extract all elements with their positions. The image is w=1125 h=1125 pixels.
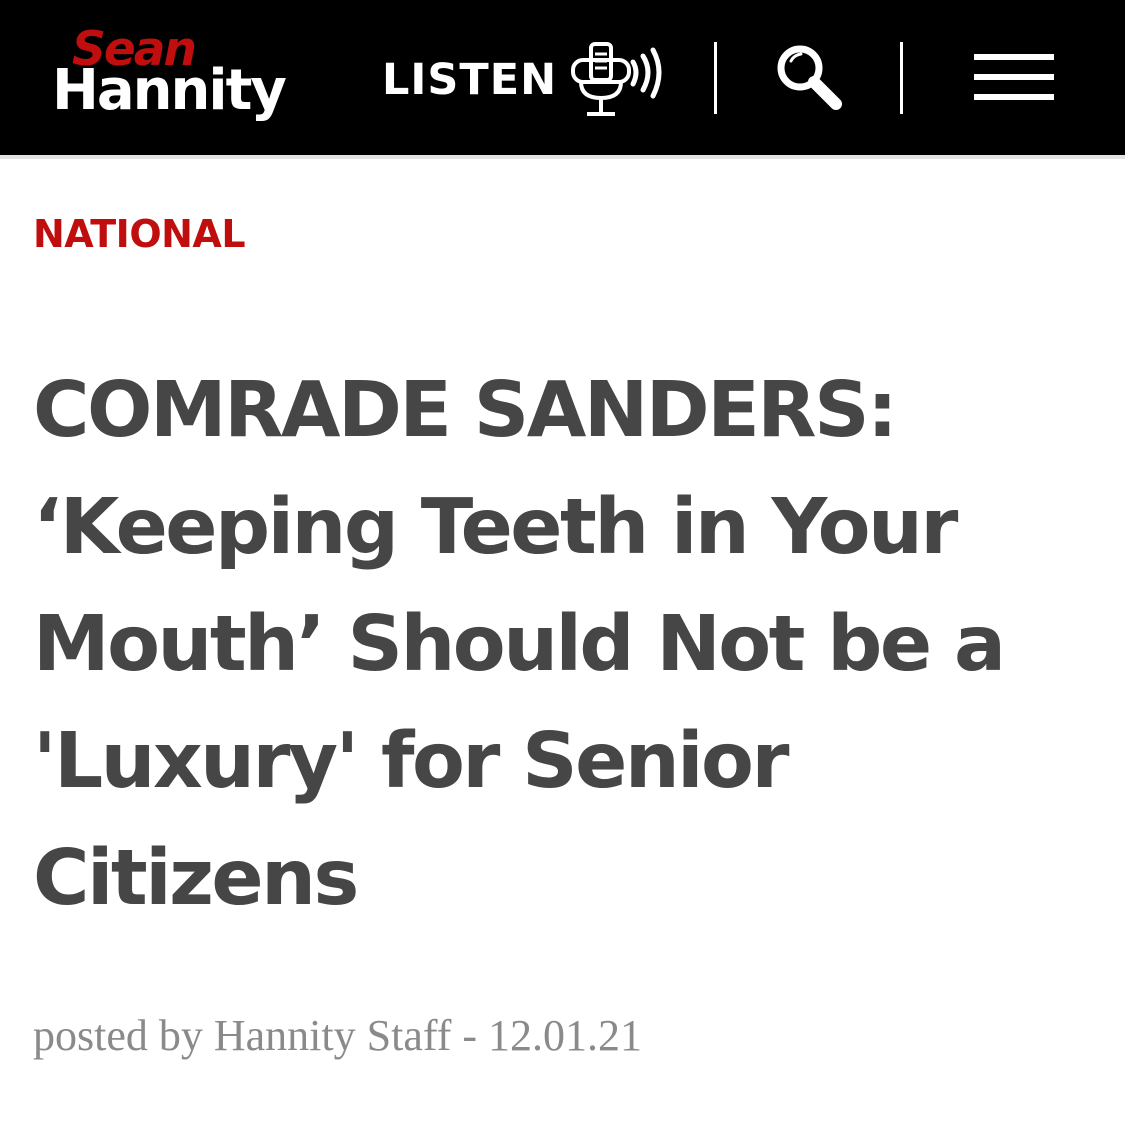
- microphone-broadcast-icon: [571, 42, 662, 116]
- article-byline: posted by Hannity Staff - 12.01.21: [33, 1011, 643, 1060]
- listen-label: LISTEN: [382, 55, 558, 105]
- menu-bar: [974, 54, 1054, 60]
- site-logo[interactable]: Sean Hannity: [52, 24, 312, 134]
- header-bottom-border: [0, 155, 1125, 159]
- header-divider: [900, 42, 903, 114]
- site-header: Sean Hannity LISTEN: [0, 0, 1125, 155]
- category-link[interactable]: NATIONAL: [33, 204, 246, 264]
- search-icon[interactable]: [772, 40, 848, 116]
- menu-bar: [974, 74, 1054, 80]
- logo-hannity-text: Hannity: [52, 58, 287, 123]
- listen-button[interactable]: LISTEN: [382, 40, 663, 120]
- header-divider: [714, 42, 717, 114]
- hamburger-menu-icon[interactable]: [974, 54, 1054, 102]
- article-headline: COMRADE SANDERS: ‘Keeping Teeth in Your …: [33, 366, 1006, 923]
- menu-bar: [974, 94, 1054, 100]
